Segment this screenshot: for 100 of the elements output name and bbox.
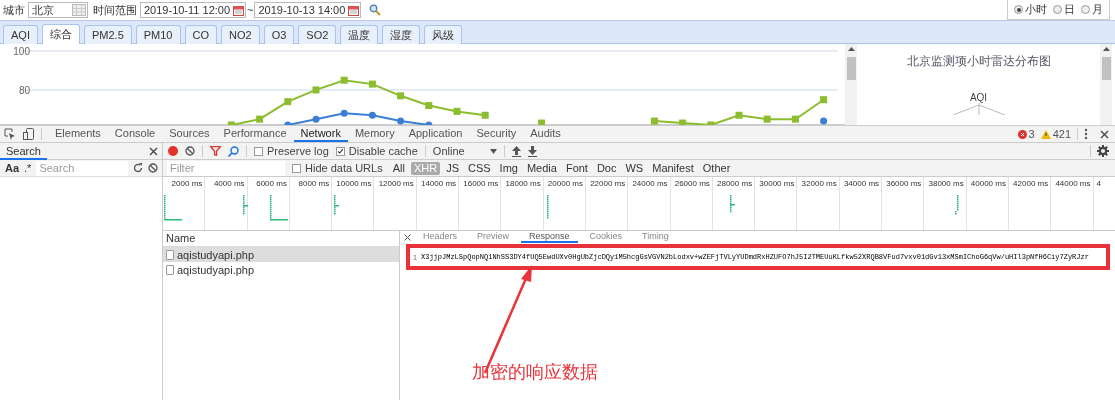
clear-icon[interactable] — [148, 163, 158, 173]
type-filter[interactable]: Media — [523, 161, 560, 175]
timeline-tick-label: 42000 ms — [1008, 177, 1052, 230]
scroll-up-arrow-icon[interactable] — [847, 47, 855, 51]
scrollbar[interactable] — [845, 44, 857, 125]
checkbox[interactable] — [254, 146, 263, 156]
timeline-tick-label: 40000 ms — [966, 177, 1009, 230]
radio-option[interactable]: 小时 — [1014, 2, 1047, 17]
type-filter[interactable]: Font — [562, 161, 591, 175]
tab[interactable]: AQI — [3, 25, 38, 44]
match-case-toggle[interactable]: Aa — [5, 162, 20, 174]
detail-tab[interactable]: Response — [521, 231, 578, 243]
data-point — [284, 98, 292, 106]
warning-count[interactable]: 421 — [1052, 128, 1071, 140]
type-filter[interactable]: All — [389, 161, 408, 175]
devtools-tab[interactable]: Memory — [347, 126, 402, 142]
checkbox[interactable] — [292, 163, 301, 173]
regex-toggle[interactable]: .* — [24, 162, 32, 174]
type-filter[interactable]: JS — [443, 161, 462, 175]
scrollbar[interactable] — [1100, 44, 1112, 125]
upload-icon[interactable] — [511, 145, 521, 157]
data-point — [312, 86, 320, 94]
more-icon[interactable] — [1084, 128, 1088, 140]
radio-option[interactable]: 日 — [1053, 2, 1075, 17]
devtools-tab[interactable]: Elements — [48, 126, 108, 142]
radio-option[interactable]: 月 — [1081, 2, 1103, 17]
type-filter[interactable]: Manifest — [649, 161, 697, 175]
filter-icon[interactable] — [210, 146, 221, 156]
type-filter[interactable]: Other — [699, 161, 734, 175]
detail-tab[interactable]: Cookies — [581, 231, 631, 243]
devtools-tab[interactable]: Application — [401, 126, 470, 142]
detail-tab[interactable]: Timing — [634, 231, 677, 243]
close-icon[interactable] — [1100, 129, 1109, 139]
axis-tick-label: 100 — [13, 46, 30, 57]
devtools-tab[interactable]: Security — [469, 126, 524, 142]
tab[interactable]: 湿度 — [382, 25, 421, 44]
timeline-tick-label: 12000 ms — [374, 177, 417, 230]
type-filter[interactable]: Doc — [593, 161, 620, 175]
download-icon[interactable] — [527, 145, 537, 157]
chart-title: 北京监测项小时雷达分布图 — [906, 53, 1051, 70]
detail-tab[interactable]: Preview — [469, 231, 518, 243]
calendar-icon[interactable] — [233, 4, 245, 16]
annotation-text: 加密的响应数据 — [472, 361, 598, 384]
checkbox[interactable] — [335, 146, 345, 156]
detail-tab[interactable]: Headers — [415, 231, 466, 243]
tab[interactable]: PM2.5 — [83, 25, 132, 44]
checkbox-label: Disable cache — [348, 145, 418, 157]
devtools-tab[interactable]: Console — [107, 126, 163, 142]
timeline-tick-label: 18000 ms — [501, 177, 544, 230]
scrollbar-thumb[interactable] — [1101, 57, 1111, 80]
data-point — [368, 111, 376, 119]
search-icon[interactable] — [369, 4, 382, 16]
calendar-icon[interactable] — [348, 4, 360, 16]
tab[interactable]: NO2 — [221, 25, 260, 44]
search-icon[interactable] — [228, 145, 239, 157]
tab[interactable]: SO2 — [298, 25, 337, 44]
range-separator: ~ — [247, 4, 254, 16]
request-row[interactable]: aqistudyapi.php — [163, 247, 399, 262]
type-filter[interactable]: CSS — [464, 161, 494, 175]
timeline-tick-label: 44000 ms — [1051, 177, 1094, 230]
data-point — [340, 76, 348, 84]
data-point — [735, 111, 743, 119]
data-point — [481, 111, 489, 119]
data-point — [453, 107, 461, 115]
scrollbar-thumb[interactable] — [846, 57, 856, 80]
timeline-tick-label: 36000 ms — [882, 177, 925, 230]
city-field[interactable]: 北京 — [28, 2, 88, 18]
data-point — [397, 117, 405, 125]
checkbox-label: Hide data URLs — [305, 162, 383, 174]
error-icon — [1017, 129, 1027, 139]
timeline-tick-label: 26000 ms — [670, 177, 713, 230]
end-time-field[interactable]: 2019-10-13 14:00 — [254, 2, 362, 18]
record-icon[interactable] — [168, 146, 178, 156]
type-filter[interactable]: WS — [622, 161, 647, 175]
error-count[interactable]: 3 — [1028, 128, 1035, 140]
throttle-dropdown[interactable]: Online — [432, 145, 497, 157]
devtools-tab[interactable]: Sources — [162, 126, 217, 142]
refresh-icon[interactable] — [133, 163, 143, 173]
request-row[interactable]: aqistudyapi.php — [163, 262, 399, 277]
device-icon[interactable] — [23, 128, 35, 140]
tab[interactable]: 综合 — [41, 24, 80, 44]
settings-icon[interactable] — [1097, 145, 1109, 157]
grid-icon — [72, 4, 86, 16]
type-filter[interactable]: Img — [496, 161, 521, 175]
tab[interactable]: 温度 — [340, 25, 379, 44]
inspect-icon[interactable] — [4, 128, 16, 140]
tab[interactable]: O3 — [263, 25, 295, 44]
tab[interactable]: 风级 — [424, 25, 463, 44]
devtools-tab[interactable]: Performance — [216, 126, 294, 142]
scroll-up-arrow-icon[interactable] — [1102, 47, 1110, 51]
timeline-tick-label: 32000 ms — [797, 177, 840, 230]
tab[interactable]: CO — [184, 25, 217, 44]
devtools-tab[interactable]: Audits — [523, 126, 568, 142]
start-time-field[interactable]: 2019-10-11 12:00 — [140, 2, 247, 18]
timeline-tick-label: 8000 ms — [289, 177, 333, 230]
close-icon[interactable] — [149, 146, 158, 156]
tab[interactable]: PM10 — [135, 25, 181, 44]
close-icon[interactable] — [404, 233, 411, 241]
clear-icon[interactable] — [185, 146, 195, 156]
line-number: 1 — [411, 252, 419, 262]
